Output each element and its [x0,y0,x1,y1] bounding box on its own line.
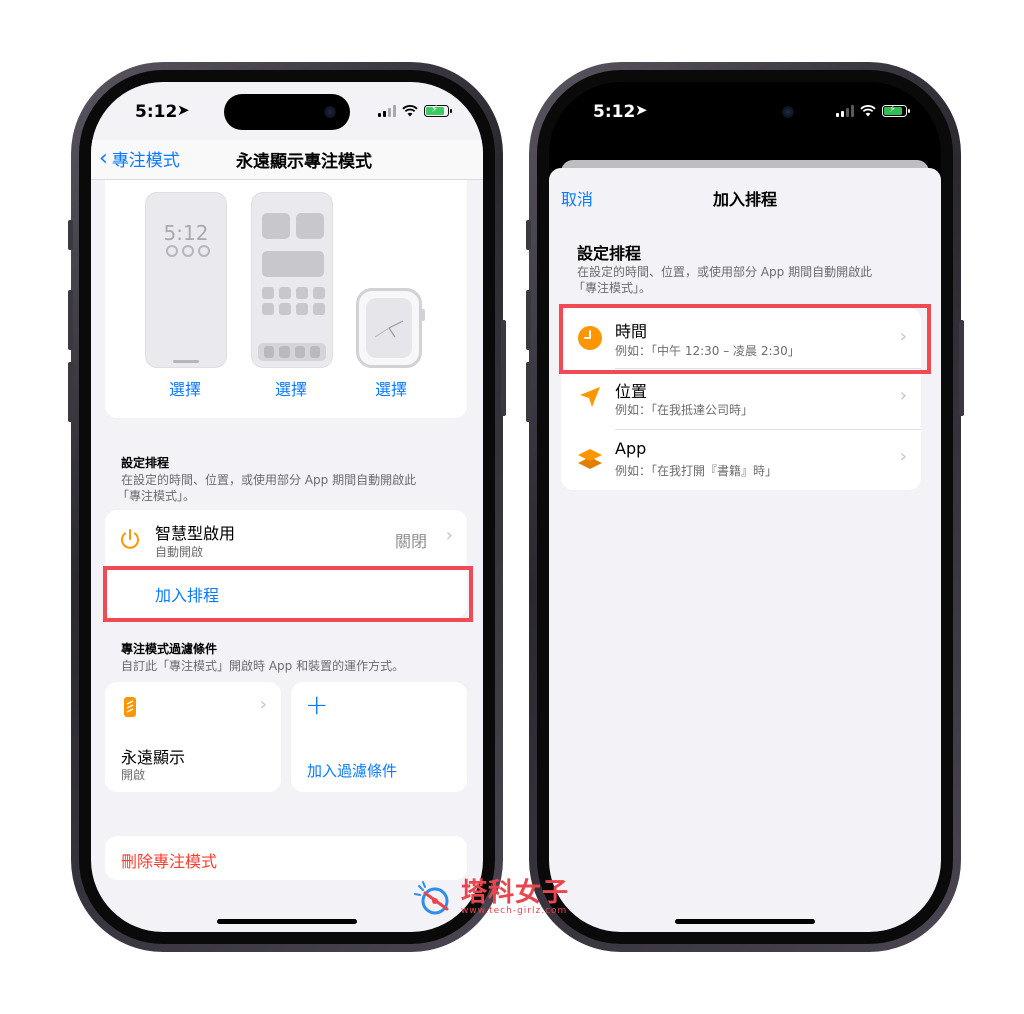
side-button [959,320,964,416]
lock-preview-time: 5:12 [163,221,209,245]
always-on-filter-card[interactable]: › 永遠顯示 開啟 [105,682,281,792]
layers-icon [578,449,602,469]
right-phone-frame: 5:12 ➤ ⚡ 取消 加入排程 設定排程 在設定的時間、位置，或使用部分 Ap… [526,62,964,952]
option-title-location: 位置 [615,382,648,401]
smart-activation-title: 智慧型啟用 [155,524,236,543]
battery-icon: ⚡ [424,104,452,117]
left-screen: 5:12 ➤ ⚡ ‹ 專注模式 永遠顯示專注模式 5:12 選擇 選擇 選擇 設… [91,82,483,932]
smart-activation-row[interactable]: 智慧型啟用 自動開啟 關閉 › [105,510,467,566]
power-icon [121,529,139,549]
schedule-section-desc-1: 在設定的時間、位置，或使用部分 App 期間自動開啟此 [121,473,417,487]
option-row-app[interactable]: App 例如：「在我打開『書籍』時」 › [561,430,921,490]
home-indicator [675,919,815,924]
smart-activation-subtitle: 自動開啟 [155,545,204,559]
schedule-section-desc-2: 「專注模式」。 [117,489,196,503]
plus-icon: + [305,688,329,721]
watch-face-preview[interactable] [356,288,425,368]
watch-hands-icon [374,320,404,338]
wifi-icon [402,105,418,117]
volume-down-button [68,362,73,422]
schedule-section-header: 設定排程 [577,244,642,263]
chevron-right-icon: › [899,385,907,406]
side-button [501,320,506,416]
location-arrow-icon [580,387,600,407]
home-screen-preview[interactable] [251,192,333,368]
chevron-right-icon: › [899,446,907,467]
display-selector-card: 5:12 選擇 選擇 選擇 [105,180,467,418]
delete-focus-button[interactable]: 刪除專注模式 [121,848,217,872]
add-filter-card[interactable]: + 加入過濾條件 [291,682,467,792]
chevron-right-icon: › [445,525,453,546]
battery-icon: ⚡ [882,104,910,117]
chevron-right-icon: › [259,694,267,715]
highlight-box [103,566,473,622]
option-row-location[interactable]: 位置 例如：「在我抵達公司時」 › [561,369,921,429]
choose-lock-screen-button[interactable]: 選擇 [169,376,201,400]
always-on-title: 永遠顯示 [121,748,186,767]
brand-url: www.tech-girlz.com [461,906,568,916]
option-title-app: App [615,439,647,458]
page-title: 永遠顯示專注模式 [236,152,372,172]
status-bar: 5:12 ➤ ⚡ [549,100,941,126]
highlight-box [559,304,931,374]
brand-name: 塔科女子 [461,878,570,908]
right-screen: 5:12 ➤ ⚡ 取消 加入排程 設定排程 在設定的時間、位置，或使用部分 Ap… [549,82,941,932]
choose-home-screen-button[interactable]: 選擇 [275,376,307,400]
navigation-bar: ‹ 專注模式 永遠顯示專注模式 [91,140,483,180]
sheet-title: 加入排程 [712,190,777,209]
option-subtitle-app: 例如：「在我打開『書籍』時」 [615,464,778,478]
location-arrow-icon: ➤ [177,101,190,119]
add-schedule-sheet: 取消 加入排程 設定排程 在設定的時間、位置，或使用部分 App 期間自動開啟此… [549,168,941,932]
smart-activation-value: 關閉 [394,532,427,551]
action-button [68,220,73,250]
add-filter-label: 加入過濾條件 [307,762,398,780]
choose-watch-face-button[interactable]: 選擇 [375,376,407,400]
lock-screen-preview[interactable]: 5:12 [145,192,227,368]
action-button [526,220,531,250]
volume-up-button [68,290,73,350]
cellular-signal-icon [378,105,396,117]
status-time: 5:12 [593,102,636,122]
volume-down-button [526,362,531,422]
cellular-signal-icon [836,105,854,117]
option-subtitle-location: 例如：「在我抵達公司時」 [615,403,754,417]
volume-up-button [526,290,531,350]
brand-mark-icon [414,881,449,915]
delete-focus-row[interactable]: 刪除專注模式 [105,836,467,880]
filters-section-header: 專注模式過濾條件 [121,642,218,656]
watermark-logo: 塔科女子 www.tech-girlz.com [413,880,569,916]
schedule-section-desc-1: 在設定的時間、位置，或使用部分 App 期間自動開啟此 [577,265,873,279]
schedule-section-header: 設定排程 [121,456,170,470]
wifi-icon [860,105,876,117]
status-time: 5:12 [135,102,178,122]
location-arrow-icon: ➤ [635,101,648,119]
always-on-subtitle: 開啟 [121,768,146,782]
filters-section-desc: 自訂此「專注模式」開啟時 App 和裝置的運作方式。 [121,659,405,673]
status-bar: 5:12 ➤ ⚡ [91,100,483,126]
left-phone-frame: 5:12 ➤ ⚡ ‹ 專注模式 永遠顯示專注模式 5:12 選擇 選擇 選擇 設… [68,62,506,952]
phone-display-icon [124,697,136,717]
widget-circles [166,245,210,257]
schedule-section-desc-2: 「專注模式」。 [573,281,652,295]
home-indicator [217,919,357,924]
